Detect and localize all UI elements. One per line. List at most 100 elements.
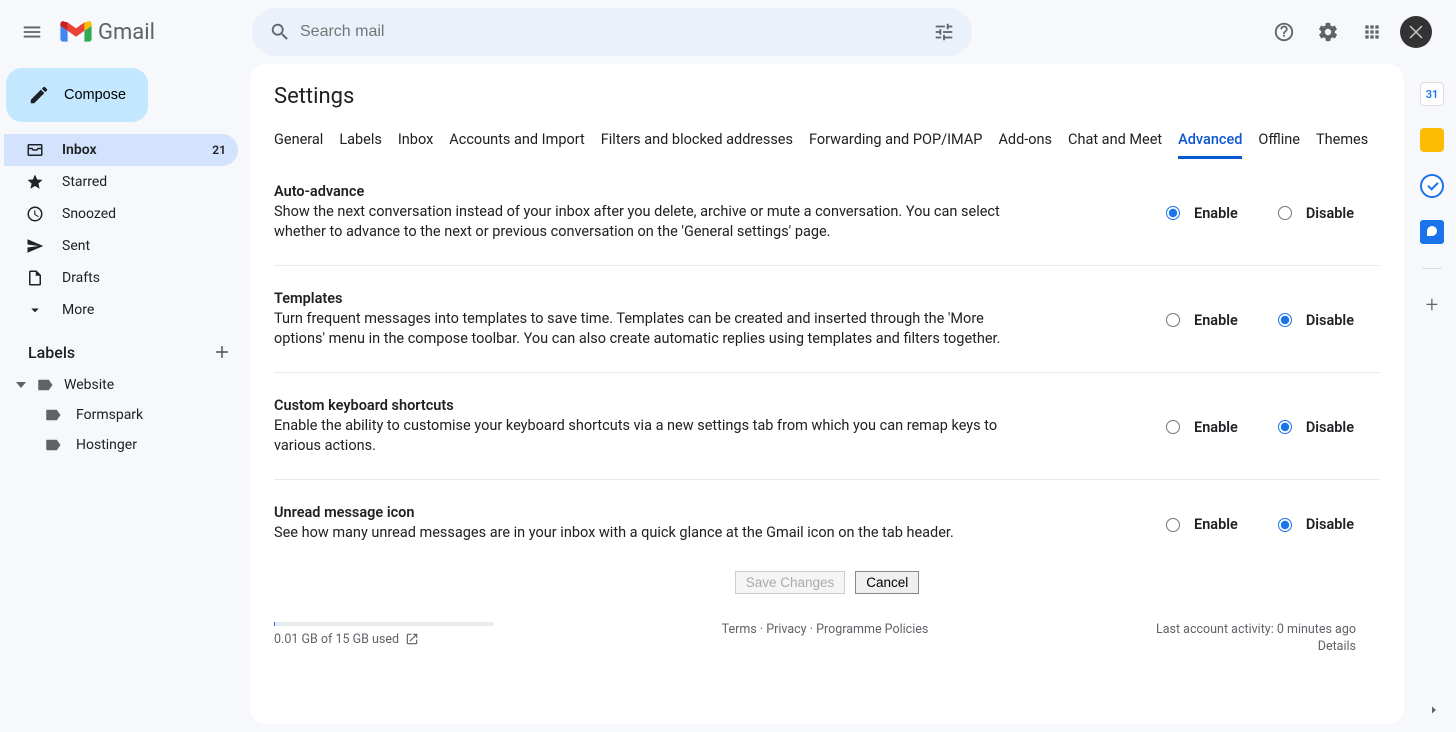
tab-advanced[interactable]: Advanced	[1178, 123, 1242, 159]
file-icon	[26, 269, 44, 287]
enable-radio[interactable]	[1166, 313, 1180, 327]
enable-option[interactable]: Enable	[1166, 185, 1238, 241]
tab-labels[interactable]: Labels	[339, 123, 382, 158]
tab-themes[interactable]: Themes	[1316, 123, 1368, 158]
disable-radio[interactable]	[1278, 313, 1292, 327]
tab-general[interactable]: General	[274, 123, 323, 158]
open-in-new-icon[interactable]	[405, 632, 419, 646]
search-input[interactable]	[300, 23, 924, 41]
expand-icon[interactable]	[16, 380, 26, 390]
tab-inbox[interactable]: Inbox	[398, 123, 433, 158]
sidebar-item-drafts[interactable]: Drafts	[4, 262, 238, 294]
sidebar: Compose Inbox 21 Starred Snoozed Sent Dr…	[0, 64, 250, 732]
enable-radio[interactable]	[1166, 420, 1180, 434]
avatar-icon	[1400, 16, 1432, 48]
enable-label: Enable	[1194, 312, 1238, 329]
nav-label: Snoozed	[62, 206, 208, 222]
save-button[interactable]: Save Changes	[735, 571, 846, 594]
label-formspark[interactable]: Formspark	[4, 400, 250, 430]
disable-option[interactable]: Disable	[1278, 399, 1354, 455]
settings-panel: Settings General Labels Inbox Accounts and …	[250, 64, 1404, 724]
policies-link[interactable]: Programme Policies	[816, 622, 928, 637]
label-hostinger[interactable]: Hostinger	[4, 430, 250, 460]
privacy-link[interactable]: Privacy	[766, 622, 806, 637]
activity-text: Last account activity: 0 minutes ago	[1156, 622, 1356, 637]
enable-radio[interactable]	[1166, 518, 1180, 532]
tab-filters-and-blocked-addresses[interactable]: Filters and blocked addresses	[601, 123, 793, 158]
enable-option[interactable]: Enable	[1166, 399, 1238, 455]
tasks-app-button[interactable]	[1420, 174, 1444, 198]
label-text: Website	[64, 377, 114, 393]
tab-add-ons[interactable]: Add-ons	[998, 123, 1052, 158]
gmail-logo[interactable]: Gmail	[60, 20, 155, 45]
calendar-app-button[interactable]: 31	[1420, 82, 1444, 106]
add-label-button[interactable]	[212, 342, 232, 362]
cancel-button[interactable]: Cancel	[855, 571, 919, 594]
keep-app-button[interactable]	[1420, 128, 1444, 152]
nav-label: Sent	[62, 238, 208, 254]
disable-option[interactable]: Disable	[1278, 185, 1354, 241]
storage-text: 0.01 GB of 15 GB used	[274, 632, 399, 647]
disable-label: Disable	[1306, 312, 1354, 329]
sidebar-item-starred[interactable]: Starred	[4, 166, 238, 198]
contacts-app-button[interactable]	[1420, 220, 1444, 244]
disable-radio[interactable]	[1278, 206, 1292, 220]
page-title: Settings	[250, 84, 1404, 117]
add-apps-button[interactable]: +	[1426, 293, 1438, 318]
support-button[interactable]	[1264, 12, 1304, 52]
sidebar-item-snoozed[interactable]: Snoozed	[4, 198, 238, 230]
tab-accounts-and-import[interactable]: Accounts and Import	[449, 123, 584, 158]
label-text: Hostinger	[76, 437, 137, 453]
calendar-icon: 31	[1426, 88, 1439, 101]
nav-label: More	[62, 302, 208, 318]
search-button[interactable]	[260, 12, 300, 52]
gmail-icon	[60, 20, 92, 44]
hamburger-icon	[21, 21, 43, 43]
disable-label: Disable	[1306, 205, 1354, 222]
terms-link[interactable]: Terms	[722, 622, 757, 637]
settings-button[interactable]	[1308, 12, 1348, 52]
setting-description: Show the next conversation instead of yo…	[274, 202, 1034, 241]
collapse-panel-button[interactable]	[1420, 696, 1448, 724]
search-options-button[interactable]	[924, 12, 964, 52]
nav-label: Starred	[62, 174, 208, 190]
apps-button[interactable]	[1352, 12, 1392, 52]
sidebar-item-inbox[interactable]: Inbox 21	[4, 134, 238, 166]
enable-label: Enable	[1194, 516, 1238, 533]
chevron-down-icon	[26, 301, 44, 319]
side-panel: 31 +	[1408, 64, 1456, 732]
label-icon	[36, 376, 54, 394]
tune-icon	[933, 21, 955, 43]
nav-label: Drafts	[62, 270, 208, 286]
tab-offline[interactable]: Offline	[1258, 123, 1300, 158]
enable-radio[interactable]	[1166, 206, 1180, 220]
label-website[interactable]: Website	[4, 370, 250, 400]
main-menu-button[interactable]	[8, 8, 56, 56]
tab-forwarding-and-pop-imap[interactable]: Forwarding and POP/IMAP	[809, 123, 982, 158]
disable-option[interactable]: Disable	[1278, 292, 1354, 348]
label-icon	[44, 406, 62, 424]
labels-heading: Labels	[28, 343, 75, 362]
setting-row-auto-advance: Auto-advance Show the next conversation …	[274, 159, 1380, 266]
setting-name: Auto-advance	[274, 183, 1034, 200]
compose-button[interactable]: Compose	[6, 68, 148, 122]
enable-option[interactable]: Enable	[1166, 506, 1238, 543]
sidebar-item-sent[interactable]: Sent	[4, 230, 238, 262]
pencil-icon	[28, 84, 50, 106]
setting-name: Unread message icon	[274, 504, 1034, 521]
tab-chat-and-meet[interactable]: Chat and Meet	[1068, 123, 1162, 158]
enable-label: Enable	[1194, 419, 1238, 436]
account-button[interactable]	[1396, 12, 1436, 52]
setting-description: Turn frequent messages into templates to…	[274, 309, 1034, 348]
details-link[interactable]: Details	[1156, 639, 1356, 654]
setting-row-custom-keyboard-shortcuts: Custom keyboard shortcuts Enable the abi…	[274, 373, 1380, 480]
disable-radio[interactable]	[1278, 518, 1292, 532]
enable-option[interactable]: Enable	[1166, 292, 1238, 348]
sidebar-item-more[interactable]: More	[4, 294, 238, 326]
disable-radio[interactable]	[1278, 420, 1292, 434]
settings-tabs: General Labels Inbox Accounts and Import Fil…	[250, 117, 1404, 159]
setting-row-unread-message-icon: Unread message icon See how many unread …	[274, 480, 1380, 567]
disable-option[interactable]: Disable	[1278, 506, 1354, 543]
nav-label: Inbox	[62, 142, 194, 158]
label-icon	[44, 436, 62, 454]
